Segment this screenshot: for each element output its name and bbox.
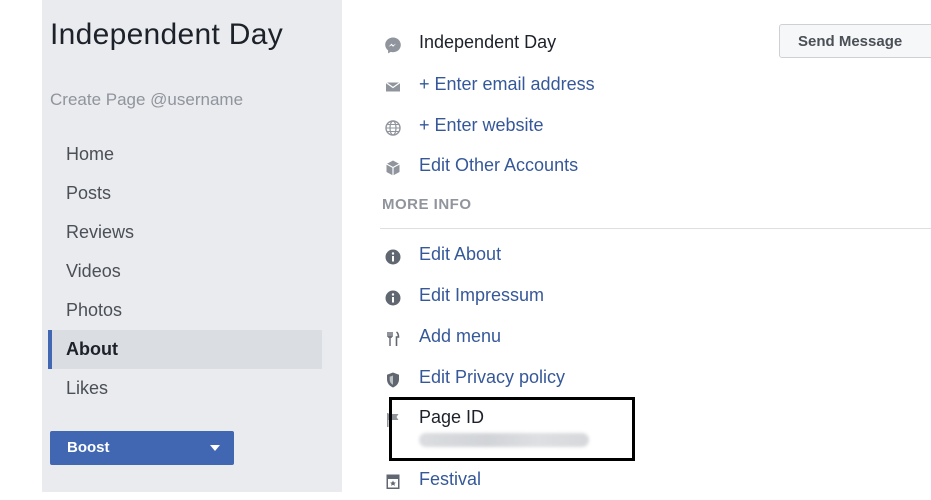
about-panel: Independent Day Send Message + Enter ema… <box>380 0 931 492</box>
nav-item-about[interactable]: About <box>48 330 322 369</box>
info-icon <box>384 245 402 265</box>
add-menu-link[interactable]: Add menu <box>419 321 501 351</box>
edit-impressum-link[interactable]: Edit Impressum <box>419 280 544 310</box>
page-title: Independent Day <box>50 18 284 51</box>
nav-item-posts[interactable]: Posts <box>48 174 322 213</box>
cube-icon <box>384 156 402 176</box>
section-divider <box>380 228 931 229</box>
edit-other-accounts-link[interactable]: Edit Other Accounts <box>419 150 578 180</box>
create-username-link[interactable]: Create Page @username <box>50 90 243 110</box>
edit-privacy-policy-link[interactable]: Edit Privacy policy <box>419 362 565 392</box>
messenger-icon <box>384 33 402 54</box>
enter-website-link[interactable]: + Enter website <box>419 110 544 140</box>
nav-item-reviews[interactable]: Reviews <box>48 213 322 252</box>
envelope-icon <box>384 75 402 93</box>
nav-item-likes[interactable]: Likes <box>48 369 322 408</box>
info-icon <box>384 286 402 306</box>
messenger-name: Independent Day <box>419 32 557 52</box>
edit-about-link[interactable]: Edit About <box>419 239 501 269</box>
category-festival-link[interactable]: Festival <box>419 464 481 494</box>
boost-label: Boost <box>67 439 110 456</box>
more-info-heading: MORE INFO <box>382 196 472 213</box>
calendar-icon <box>384 470 402 489</box>
page-nav: Home Posts Reviews Videos Photos About L… <box>48 135 322 408</box>
boost-button[interactable]: Boost <box>50 431 234 465</box>
enter-email-link[interactable]: + Enter email address <box>419 69 595 99</box>
fork-knife-icon <box>384 327 402 346</box>
nav-item-videos[interactable]: Videos <box>48 252 322 291</box>
left-sidebar: Independent Day Create Page @username Ho… <box>42 0 342 492</box>
nav-item-photos[interactable]: Photos <box>48 291 322 330</box>
shield-icon <box>384 368 402 388</box>
send-message-button[interactable]: Send Message <box>779 24 931 58</box>
nav-item-home[interactable]: Home <box>48 135 322 174</box>
highlight-box <box>389 397 635 461</box>
caret-down-icon <box>210 445 220 451</box>
globe-icon <box>384 116 402 136</box>
